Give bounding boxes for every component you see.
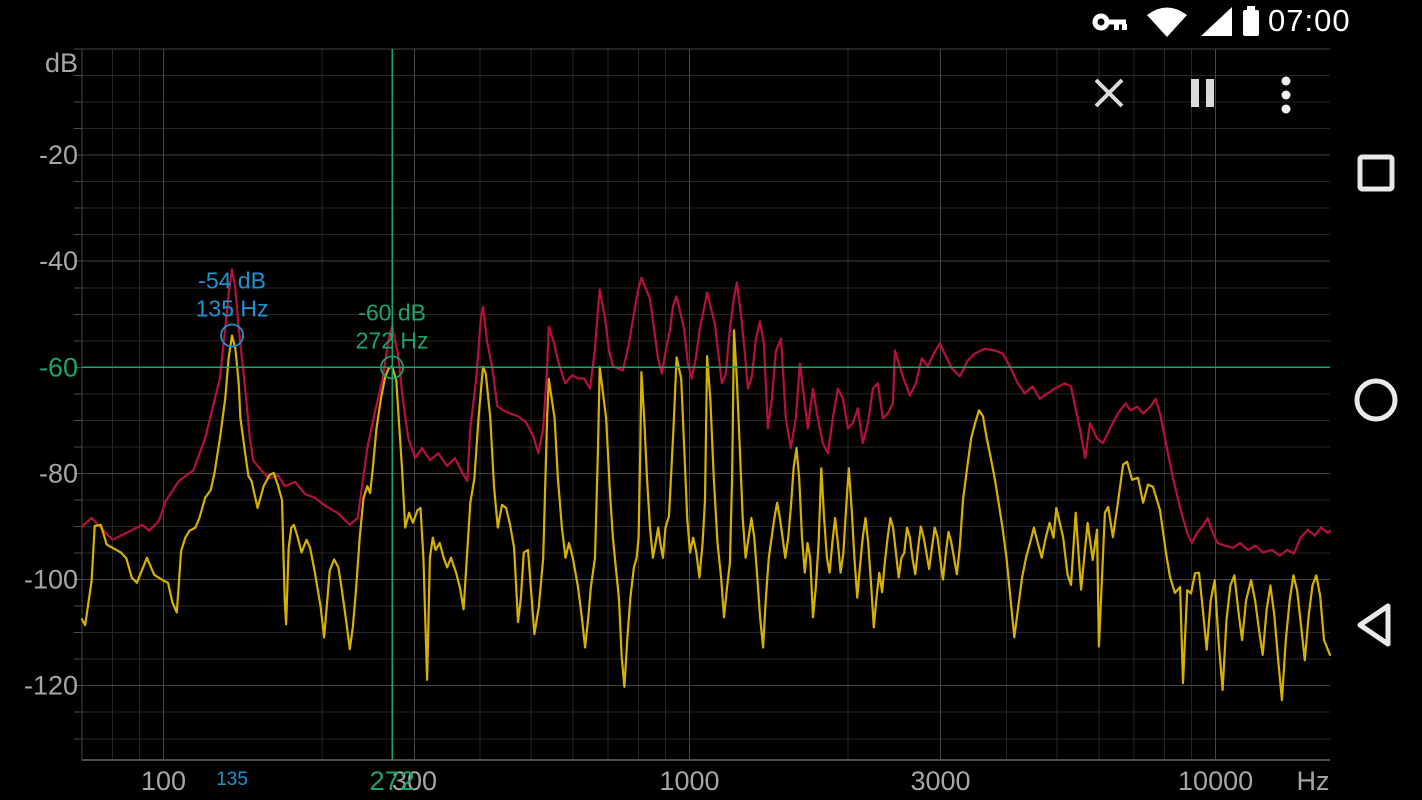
key-icon	[1092, 13, 1127, 31]
cursor-marker-freq-label: 272 Hz	[356, 327, 429, 353]
pause-button[interactable]	[1188, 78, 1218, 108]
kebab-menu-icon	[1281, 76, 1291, 114]
grid	[74, 48, 1330, 761]
x-axis-unit: Hz	[1297, 766, 1330, 796]
x-tick-label: 10000	[1178, 766, 1253, 796]
y-axis-unit: dB	[45, 48, 78, 78]
y-tick-label: -40	[39, 246, 78, 276]
cursor-axis-label: 272	[370, 766, 415, 796]
spectrum-chart[interactable]: -54 dB135 Hz -60 dB272 HzdB-20-40-60-80-1…	[0, 0, 1422, 800]
peak-marker-freq-label: 135 Hz	[196, 296, 269, 322]
y-tick-label: -80	[39, 458, 78, 488]
recents-button[interactable]	[1330, 127, 1422, 219]
close-icon	[1094, 78, 1124, 108]
status-bar: 07:00	[0, 0, 1422, 42]
peak-marker-db-label: -54 dB	[198, 268, 266, 294]
x-tick-label: 3000	[910, 766, 970, 796]
y-tick-label: -100	[24, 565, 78, 595]
spectrum-yellow-curve	[80, 329, 1332, 702]
wifi-icon	[1147, 7, 1187, 37]
close-button[interactable]	[1092, 76, 1126, 110]
cursor-marker-db-label: -60 dB	[358, 299, 426, 325]
marker-axis-label: 135	[216, 769, 248, 790]
battery-icon	[1243, 6, 1259, 36]
y-tick-label: -20	[39, 140, 78, 170]
overflow-menu-button[interactable]	[1276, 74, 1296, 116]
back-button[interactable]	[1330, 579, 1422, 671]
square-icon	[1357, 154, 1395, 192]
x-tick-label: 1000	[660, 766, 720, 796]
x-tick-label: 100	[141, 766, 186, 796]
circle-icon	[1354, 378, 1398, 422]
triangle-left-icon	[1357, 603, 1391, 647]
nav-bar	[1330, 0, 1422, 800]
signal-icon	[1201, 7, 1232, 36]
app-screen: { "status_bar": { "time": "07:00", "icon…	[0, 0, 1422, 800]
pause-icon	[1191, 79, 1214, 107]
home-button[interactable]	[1330, 354, 1422, 446]
y-tick-label: -60	[39, 352, 78, 382]
y-tick-label: -120	[24, 671, 78, 701]
